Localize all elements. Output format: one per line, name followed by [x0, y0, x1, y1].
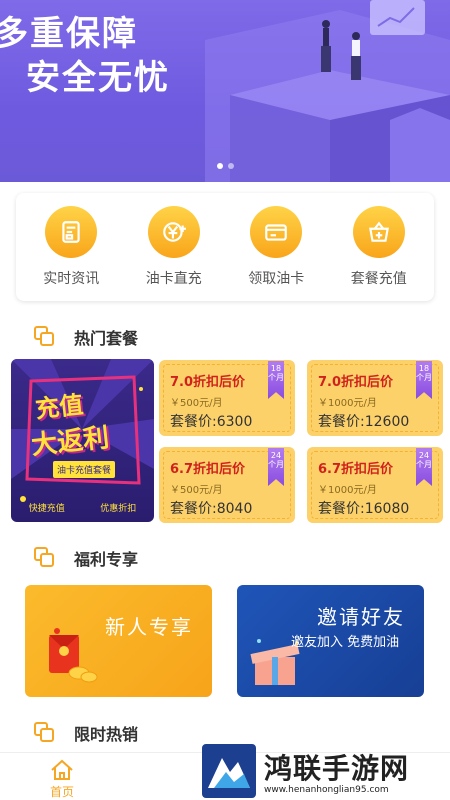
- quick-item-get-card[interactable]: 领取油卡: [231, 206, 321, 288]
- package-unit-price: ￥500元/月: [170, 398, 223, 409]
- promo-foot-left: 快捷充值: [28, 504, 65, 514]
- section-title: 限时热销: [74, 725, 139, 744]
- section-title: 福利专享: [74, 550, 139, 569]
- tab-home-label: 首页: [50, 785, 75, 799]
- newcomer-exclusive-card[interactable]: 新人专享: [25, 585, 212, 697]
- quick-item-label: 领取油卡: [248, 271, 305, 287]
- promo-subtitle: 油卡充值套餐: [53, 461, 116, 478]
- pagination-dot[interactable]: [228, 163, 234, 169]
- recharge-promo-banner[interactable]: 充值 大返利 油卡充值套餐 快捷充值 优惠折扣: [11, 359, 154, 522]
- quick-item-label: 套餐充值: [350, 271, 407, 287]
- quick-item-label: 油卡直充: [145, 271, 202, 287]
- home-icon: [51, 759, 73, 780]
- watermark-url: www.henanhonglian95.com: [264, 785, 389, 795]
- section-hot-packages: 热门套餐: [34, 325, 138, 349]
- section-icon: [34, 326, 56, 348]
- invite-subtitle: 邀友加入 免费加油: [291, 635, 400, 650]
- newcomer-title: 新人专享: [105, 615, 193, 639]
- pagination-dot[interactable]: [217, 163, 223, 169]
- quick-item-label: 实时资讯: [43, 271, 100, 287]
- quick-menu: 实时资讯 油卡直充 领取油卡 套餐充值: [16, 193, 434, 301]
- quick-item-package[interactable]: 套餐充值: [334, 206, 424, 288]
- yen-recharge-icon: [147, 206, 200, 258]
- tab-home[interactable]: 首页: [50, 759, 74, 800]
- promo-foot-right: 优惠折扣: [100, 504, 137, 514]
- banner-slogan: 多重保障 安全无忧: [0, 12, 170, 100]
- basket-icon: [352, 206, 405, 258]
- package-discount: 6.7折扣后价: [170, 462, 246, 477]
- package-price: 套餐价:6300: [170, 414, 253, 430]
- section-icon: [34, 722, 56, 744]
- top-banner[interactable]: 多重保障 安全无忧: [0, 0, 450, 182]
- package-card[interactable]: 7.0折扣后价 ￥500元/月 套餐价:6300 18个月: [159, 360, 295, 436]
- card-icon: [250, 206, 303, 258]
- section-welfare: 福利专享: [34, 546, 138, 570]
- promo-title-1: 充值: [33, 390, 85, 424]
- watermark-name: 鸿联手游网: [264, 752, 410, 785]
- package-card[interactable]: 7.0折扣后价 ￥1000元/月 套餐价:12600 18个月: [307, 360, 443, 436]
- package-unit-price: ￥500元/月: [170, 485, 223, 496]
- banner-line-1: 多重保障: [0, 14, 138, 54]
- package-price: 套餐价:12600: [318, 414, 410, 430]
- invite-friends-card[interactable]: 邀请好友 邀友加入 免费加油: [237, 585, 424, 697]
- banner-line-2: 安全无忧: [26, 58, 170, 98]
- quick-item-news[interactable]: 实时资讯: [26, 206, 116, 288]
- quick-item-recharge[interactable]: 油卡直充: [129, 206, 219, 288]
- section-limited-hot-sale: 限时热销: [34, 721, 138, 745]
- section-title: 热门套餐: [74, 329, 139, 348]
- package-unit-price: ￥1000元/月: [318, 485, 377, 496]
- invite-title: 邀请好友: [317, 605, 405, 629]
- promo-footer: 快捷充值 优惠折扣: [11, 501, 154, 514]
- package-discount: 7.0折扣后价: [318, 375, 394, 390]
- package-price: 套餐价:16080: [318, 501, 410, 517]
- section-icon: [34, 547, 56, 569]
- red-envelope-icon: [49, 628, 98, 683]
- news-icon: [45, 206, 98, 258]
- package-card[interactable]: 6.7折扣后价 ￥500元/月 套餐价:8040 24个月: [159, 447, 295, 523]
- site-watermark: 鸿联手游网 www.henanhonglian95.com: [200, 742, 450, 800]
- package-price: 套餐价:8040: [170, 501, 253, 517]
- package-unit-price: ￥1000元/月: [318, 398, 377, 409]
- package-card[interactable]: 6.7折扣后价 ￥1000元/月 套餐价:16080 24个月: [307, 447, 443, 523]
- package-discount: 7.0折扣后价: [170, 375, 246, 390]
- banner-pagination: [217, 163, 234, 169]
- watermark-logo: [202, 744, 256, 798]
- package-discount: 6.7折扣后价: [318, 462, 394, 477]
